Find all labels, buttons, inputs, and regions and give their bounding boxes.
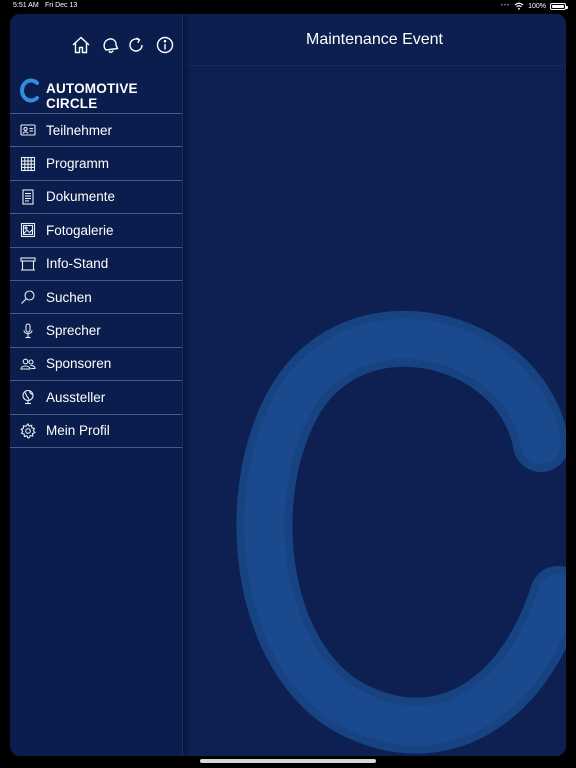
microphone-icon <box>23 322 33 338</box>
home-button[interactable] <box>70 34 92 56</box>
notifications-button[interactable] <box>99 34 121 56</box>
home-icon <box>72 36 90 54</box>
sidebar-item-label: Programm <box>46 156 110 172</box>
refresh-button[interactable] <box>125 34 147 56</box>
sidebar-item-label: Info-Stand <box>46 256 109 272</box>
multitask-dots-icon: ••• <box>500 3 511 9</box>
sidebar-menu: Teilnehmer Programm Dokumente Fotogaleri… <box>10 114 182 448</box>
sidebar-item-label: Mein Profil <box>46 423 110 439</box>
automotive-circle-logo-icon <box>20 75 44 110</box>
sidebar-item-teilnehmer[interactable]: Teilnehmer <box>10 114 182 148</box>
document-icon <box>22 189 34 205</box>
sidebar-item-fotogalerie[interactable]: Fotogalerie <box>10 214 182 248</box>
info-icon <box>156 36 174 54</box>
sidebar-item-dokumente[interactable]: Dokumente <box>10 181 182 215</box>
id-card-icon <box>20 124 36 136</box>
info-button[interactable] <box>154 34 176 56</box>
status-time: 5:51 AM <box>13 2 39 9</box>
app-window: AUTOMOTIVE CIRCLE Teilnehmer Programm Do… <box>10 14 566 756</box>
gear-icon <box>20 422 36 439</box>
sidebar-item-label: Aussteller <box>46 389 106 405</box>
wifi-icon <box>514 2 524 10</box>
sidebar-item-sponsoren[interactable]: Sponsoren <box>10 348 182 382</box>
sidebar-item-suchen[interactable]: Suchen <box>10 281 182 315</box>
status-bar: 5:51 AM Fri Dec 13 ••• 100% <box>0 0 576 14</box>
sidebar-item-info-stand[interactable]: Info-Stand <box>10 248 182 281</box>
booth-icon <box>20 257 36 271</box>
globe-icon <box>22 390 34 405</box>
sidebar-item-mein-profil[interactable]: Mein Profil <box>10 415 182 448</box>
bell-icon <box>103 38 119 53</box>
sidebar-item-sprecher[interactable]: Sprecher <box>10 314 182 348</box>
search-icon <box>21 290 35 305</box>
brand-header: AUTOMOTIVE CIRCLE <box>10 72 182 114</box>
calendar-grid-icon <box>20 156 36 171</box>
photo-icon <box>20 223 36 238</box>
refresh-icon <box>129 37 143 52</box>
sidebar-item-label: Fotogalerie <box>46 222 114 238</box>
main-content: Maintenance Event <box>183 14 566 756</box>
people-icon <box>20 358 36 370</box>
sidebar-toolbar <box>10 14 182 72</box>
sidebar-item-label: Sprecher <box>46 323 101 339</box>
logo-watermark-icon <box>236 310 566 754</box>
battery-percent: 100% <box>528 2 546 10</box>
sidebar-item-label: Sponsoren <box>46 356 112 372</box>
status-date: Fri Dec 13 <box>45 2 78 9</box>
sidebar-item-programm[interactable]: Programm <box>10 147 182 181</box>
battery-icon <box>550 2 568 10</box>
sidebar-item-label: Teilnehmer <box>46 122 113 138</box>
home-indicator[interactable] <box>200 759 376 763</box>
sidebar-item-label: Suchen <box>46 289 92 305</box>
sidebar: AUTOMOTIVE CIRCLE Teilnehmer Programm Do… <box>10 14 183 756</box>
sidebar-item-aussteller[interactable]: Aussteller <box>10 381 182 415</box>
brand-name: AUTOMOTIVE CIRCLE <box>46 80 138 111</box>
sidebar-item-label: Dokumente <box>46 189 116 205</box>
